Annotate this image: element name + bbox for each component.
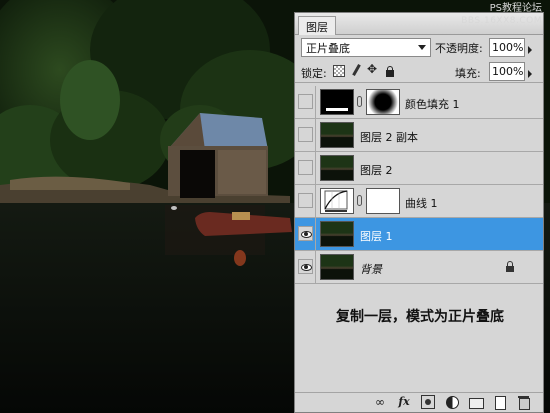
new-layer-icon[interactable] — [493, 395, 507, 410]
eye-icon[interactable] — [298, 259, 313, 274]
eye-icon[interactable] — [298, 226, 313, 241]
tab-layers[interactable]: 图层 — [298, 16, 336, 35]
opacity-label: 不透明度: — [435, 42, 483, 55]
layer-row[interactable]: 颜色填充 1 — [295, 86, 543, 119]
layer-mask-icon[interactable] — [421, 395, 435, 409]
layer-name: 图层 2 — [360, 164, 393, 177]
link-chain-icon — [357, 195, 362, 206]
lock-label: 锁定: — [301, 67, 327, 80]
panel-bottom-toolbar — [295, 392, 543, 412]
chevron-down-icon — [418, 45, 426, 50]
visibility-toggle[interactable] — [298, 94, 313, 109]
layer-list: 颜色填充 1 图层 2 副本 图层 2 曲线 1 图层 1 背景 — [295, 86, 543, 284]
lock-icon — [505, 261, 515, 273]
layer-thumbnail — [320, 221, 354, 247]
blend-mode-value: 正片叠底 — [306, 42, 350, 55]
fill-slider-arrow-icon[interactable] — [528, 70, 532, 78]
layer-row[interactable]: 图层 2 副本 — [295, 119, 543, 152]
link-chain-icon — [357, 96, 362, 107]
link-icon[interactable] — [373, 395, 387, 409]
layer-row[interactable]: 图层 2 — [295, 152, 543, 185]
layer-row[interactable]: 曲线 1 — [295, 185, 543, 218]
layer-name: 曲线 1 — [405, 197, 438, 210]
visibility-toggle[interactable] — [298, 193, 313, 208]
adjustment-icon[interactable] — [445, 395, 459, 409]
layer-row[interactable]: 背景 — [295, 251, 543, 284]
watermark: PS教程论坛 BBS.16XX8.COM — [461, 2, 542, 28]
lock-row: 锁定: 填充: 100% — [295, 61, 543, 83]
watermark-line2: BBS.16XX8.COM — [461, 16, 542, 26]
lock-pixels-brush-icon[interactable] — [350, 65, 362, 77]
fill-input[interactable]: 100% — [489, 62, 525, 81]
opacity-slider-arrow-icon[interactable] — [528, 46, 532, 54]
group-folder-icon[interactable] — [469, 395, 484, 409]
instruction-caption: 复制一层，模式为正片叠底 — [336, 309, 504, 325]
watermark-line1: PS教程论坛 — [489, 3, 542, 14]
layer-name: 图层 2 副本 — [360, 131, 418, 144]
lock-all-icon[interactable] — [384, 65, 396, 77]
fx-icon[interactable] — [397, 395, 411, 409]
curves-adjustment-icon — [320, 188, 354, 214]
layer-thumbnail — [320, 89, 354, 115]
trash-icon[interactable] — [517, 395, 531, 410]
blend-row: 正片叠底 不透明度: 100% — [295, 37, 543, 59]
layer-name: 颜色填充 1 — [405, 98, 460, 111]
layer-thumbnail — [320, 254, 354, 280]
layer-mask-thumbnail[interactable] — [366, 89, 400, 115]
opacity-input[interactable]: 100% — [489, 38, 525, 57]
layer-thumbnail — [320, 155, 354, 181]
lock-transparency-icon[interactable] — [333, 65, 345, 77]
visibility-toggle[interactable] — [298, 127, 313, 142]
visibility-toggle[interactable] — [298, 160, 313, 175]
layer-name: 背景 — [360, 263, 382, 276]
layer-mask-thumbnail[interactable] — [366, 188, 400, 214]
layers-panel: 图层 正片叠底 不透明度: 100% 锁定: 填充: 100% — [294, 12, 544, 413]
lock-icons — [333, 62, 396, 77]
layer-thumbnail — [320, 122, 354, 148]
lock-position-move-icon[interactable] — [367, 62, 379, 77]
layer-name: 图层 1 — [360, 230, 393, 243]
blend-mode-select[interactable]: 正片叠底 — [301, 38, 431, 57]
fill-label: 填充: — [455, 67, 481, 80]
layer-row-selected[interactable]: 图层 1 — [295, 218, 543, 251]
